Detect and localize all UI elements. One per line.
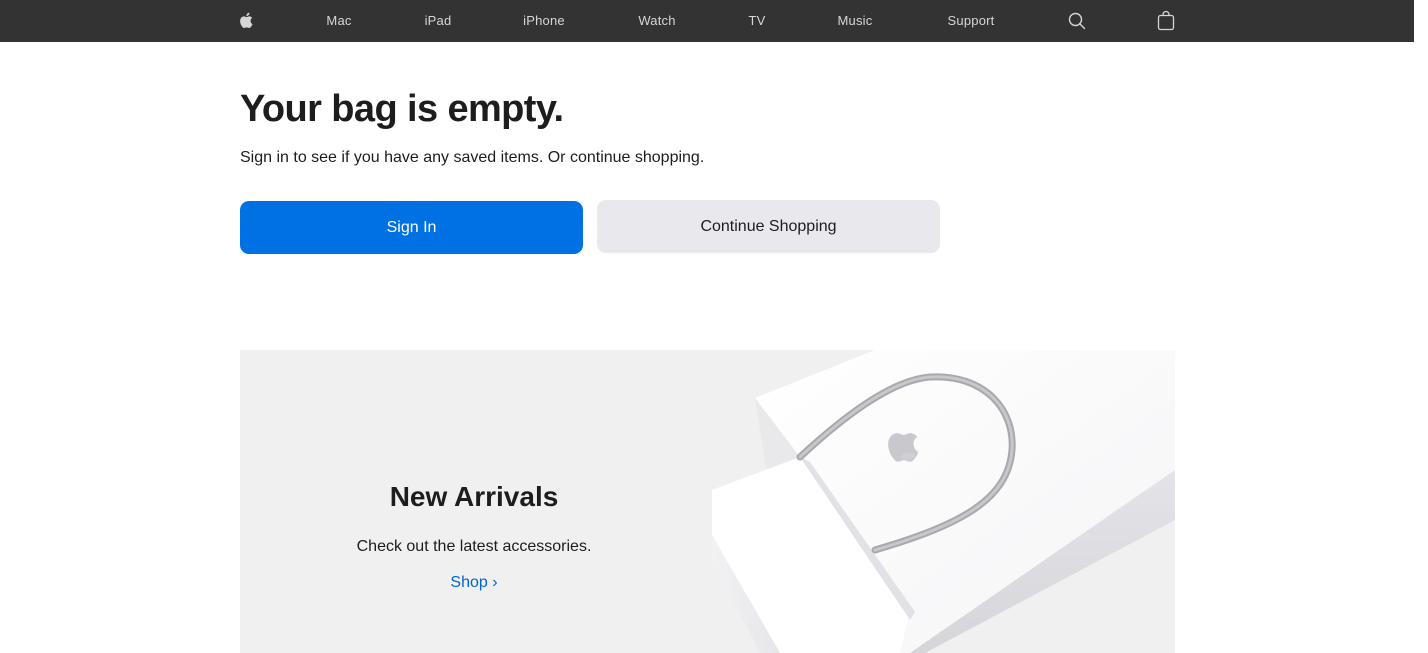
continue-shopping-button[interactable]: Continue Shopping [597, 200, 940, 253]
nav-item-mac[interactable]: Mac [326, 0, 351, 42]
page-title: Your bag is empty. [240, 88, 564, 130]
shopping-bag-photo [700, 350, 1175, 653]
shopping-bag-illustration [712, 350, 1175, 653]
shopping-bag-icon[interactable] [1155, 10, 1177, 32]
new-arrivals-promo: New Arrivals Check out the latest access… [240, 350, 1175, 653]
nav-item-support[interactable]: Support [948, 0, 995, 42]
global-nav-list: Mac iPad iPhone Watch TV Music Support [0, 0, 1414, 42]
nav-item-iphone[interactable]: iPhone [523, 0, 565, 42]
scrollbar-gutter [1414, 0, 1428, 653]
promo-title: New Arrivals [389, 481, 559, 512]
global-nav: Mac iPad iPhone Watch TV Music Support [0, 0, 1414, 42]
bag-empty-message: Sign in to see if you have any saved ite… [240, 149, 705, 166]
shop-link[interactable]: Shop › [240, 574, 708, 592]
apple-logo-icon[interactable] [236, 9, 258, 31]
nav-item-ipad[interactable]: iPad [425, 0, 452, 42]
nav-item-tv[interactable]: TV [748, 0, 765, 42]
nav-item-music[interactable]: Music [838, 0, 873, 42]
nav-item-watch[interactable]: Watch [638, 0, 675, 42]
search-icon[interactable] [1066, 10, 1088, 32]
promo-copy: Check out the latest accessories. [356, 538, 592, 555]
sign-in-button[interactable]: Sign In [240, 201, 583, 254]
